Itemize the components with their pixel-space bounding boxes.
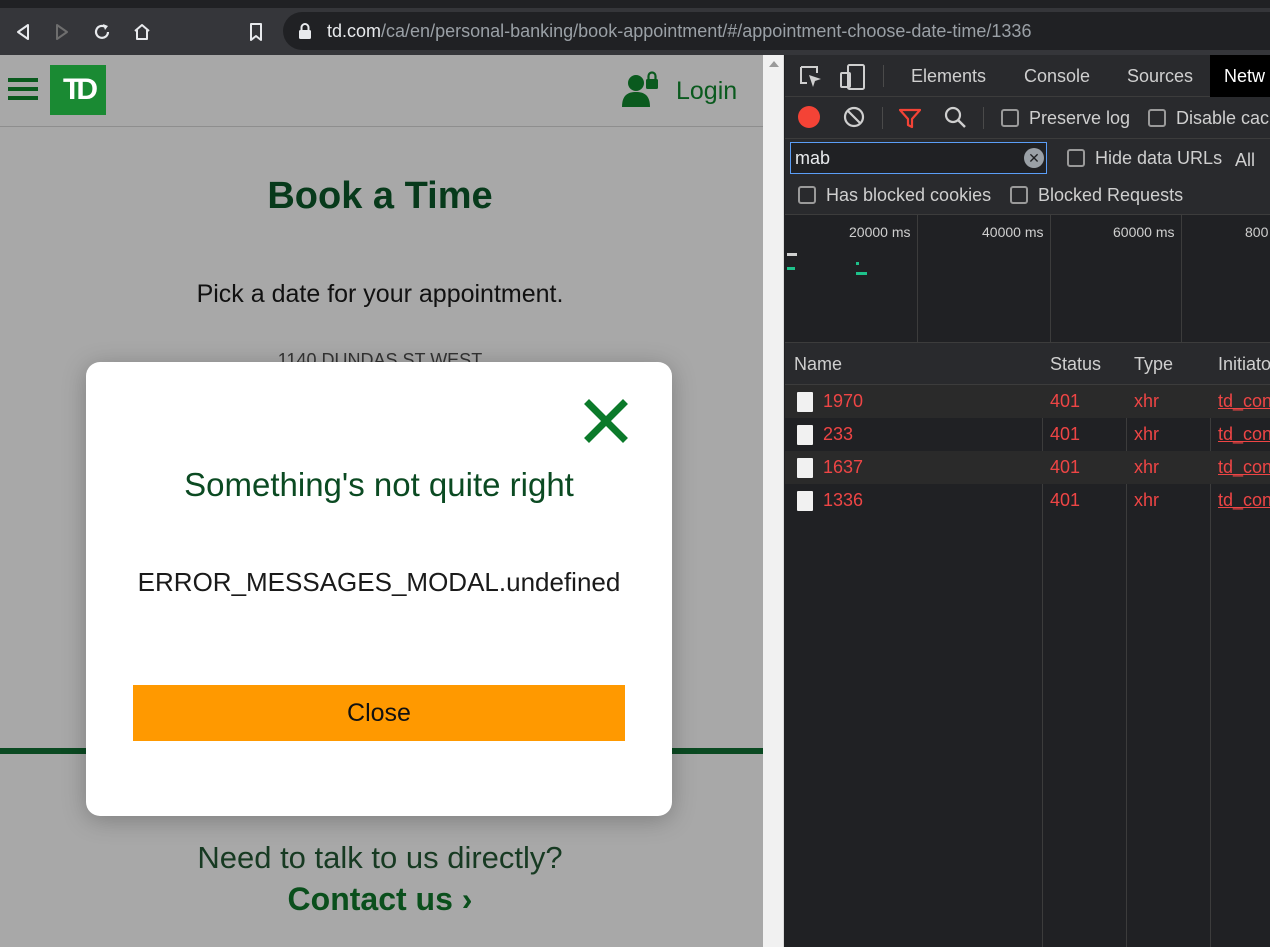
timeline-label: 60000 ms <box>1113 224 1175 240</box>
close-button[interactable]: Close <box>133 685 625 741</box>
preserve-log-checkbox[interactable] <box>1001 109 1019 127</box>
timeline-label: 20000 ms <box>849 224 911 240</box>
search-icon[interactable] <box>944 106 966 133</box>
toolbar-separator <box>983 107 984 129</box>
toolbar-separator <box>883 65 884 87</box>
toolbar-separator <box>882 107 883 129</box>
lock-icon <box>298 23 312 45</box>
filter-input[interactable] <box>790 142 1047 174</box>
timeline-gridline <box>1050 215 1051 343</box>
table-row[interactable]: 233 401 xhr td_con <box>785 418 1270 451</box>
request-type: xhr <box>1134 457 1160 477</box>
modal-message: ERROR_MESSAGES_MODAL.undefined <box>137 567 621 597</box>
modal-title: Something's not quite right <box>184 466 574 503</box>
td-logo[interactable]: TD <box>50 65 106 115</box>
file-icon <box>797 491 813 511</box>
disable-cache-label: Disable cac <box>1176 108 1270 128</box>
device-toggle-icon[interactable] <box>840 64 866 95</box>
timeline-bar <box>856 262 859 265</box>
hide-data-urls-checkbox[interactable] <box>1067 149 1085 167</box>
menu-icon[interactable] <box>8 78 38 102</box>
table-row[interactable]: 1336 401 xhr td_con <box>785 484 1270 517</box>
request-name: 1637 <box>823 457 864 477</box>
network-overview-timeline[interactable]: 20000 ms 40000 ms 60000 ms 800 <box>785 215 1270 343</box>
disable-cache-checkbox[interactable] <box>1148 109 1166 127</box>
filter-all-button[interactable]: All <box>1235 150 1255 171</box>
request-name: 233 <box>823 424 854 444</box>
bookmark-icon[interactable] <box>244 20 268 44</box>
request-status: 401 <box>1050 457 1081 477</box>
tab-elements[interactable]: Elements <box>911 66 986 87</box>
timeline-bar <box>787 267 795 270</box>
network-requests-table: Name Status Type Initiato 1970 401 xhr t… <box>785 343 1270 947</box>
request-initiator[interactable]: td_con <box>1218 391 1270 412</box>
file-icon <box>797 392 813 412</box>
request-status: 401 <box>1050 391 1081 411</box>
column-header-type[interactable]: Type <box>1134 354 1173 375</box>
clear-icon[interactable] <box>843 106 865 133</box>
tab-sources[interactable]: Sources <box>1127 66 1193 87</box>
column-header-name[interactable]: Name <box>794 354 842 375</box>
blocked-requests-checkbox[interactable] <box>1010 186 1028 204</box>
request-initiator[interactable]: td_con <box>1218 457 1270 478</box>
tab-console[interactable]: Console <box>1024 66 1090 87</box>
timeline-label: 40000 ms <box>982 224 1044 240</box>
contact-us-link[interactable]: Contact us › <box>0 881 760 918</box>
reload-icon[interactable] <box>90 20 114 44</box>
request-type: xhr <box>1134 391 1160 411</box>
timeline-gridline <box>917 215 918 343</box>
back-icon[interactable] <box>11 20 35 44</box>
page-scrollbar[interactable] <box>763 55 784 947</box>
record-icon[interactable] <box>798 106 820 128</box>
table-header: Name Status Type Initiato <box>785 343 1270 385</box>
file-icon <box>797 425 813 445</box>
request-initiator[interactable]: td_con <box>1218 424 1270 445</box>
has-blocked-cookies-checkbox[interactable] <box>798 186 816 204</box>
address-bar[interactable]: td.com/ca/en/personal-banking/book-appoi… <box>283 12 1270 50</box>
error-modal: Something's not quite right ERROR_MESSAG… <box>86 362 672 816</box>
close-icon[interactable] <box>583 398 629 444</box>
preserve-log-label: Preserve log <box>1029 108 1131 128</box>
request-type: xhr <box>1134 424 1160 444</box>
login-label: Login <box>676 77 738 105</box>
page-subtitle: Pick a date for your appointment. <box>196 280 564 308</box>
clear-filter-icon[interactable]: ✕ <box>1024 148 1044 168</box>
table-row[interactable]: 1970 401 xhr td_con <box>785 385 1270 418</box>
timeline-bar <box>856 272 867 275</box>
home-icon[interactable] <box>130 20 154 44</box>
talk-to-us-text: Need to talk to us directly? <box>197 840 563 875</box>
network-toolbar: Preserve log Disable cac <box>785 97 1270 139</box>
request-type: xhr <box>1134 490 1160 510</box>
column-header-initiator[interactable]: Initiato <box>1218 354 1270 375</box>
request-name: 1970 <box>823 391 864 411</box>
tab-network[interactable]: Netw <box>1210 55 1270 97</box>
timeline-label: 800 <box>1245 224 1269 240</box>
request-status: 401 <box>1050 490 1081 510</box>
scroll-up-icon[interactable] <box>769 61 779 67</box>
page-title: Book a Time <box>267 175 493 217</box>
login-button[interactable]: Login <box>622 71 737 112</box>
forward-icon[interactable] <box>50 20 74 44</box>
timeline-bar <box>787 253 797 256</box>
user-lock-icon <box>622 71 660 112</box>
filter-bar: ✕ Hide data URLs All Has blocked cookies… <box>785 139 1270 215</box>
has-blocked-cookies-label: Has blocked cookies <box>826 185 992 205</box>
devtools-panel: Elements Console Sources Netw Preserve l… <box>785 55 1270 947</box>
hide-data-urls-label: Hide data URLs <box>1095 148 1223 168</box>
blocked-requests-label: Blocked Requests <box>1038 185 1184 205</box>
url-text: td.com/ca/en/personal-banking/book-appoi… <box>327 21 1032 41</box>
site-header: TD Login <box>0 55 763 127</box>
devtools-tabbar: Elements Console Sources Netw <box>785 55 1270 97</box>
table-row[interactable]: 1637 401 xhr td_con <box>785 451 1270 484</box>
request-name: 1336 <box>823 490 864 510</box>
request-status: 401 <box>1050 424 1081 444</box>
file-icon <box>797 458 813 478</box>
column-header-status[interactable]: Status <box>1050 354 1101 375</box>
browser-toolbar: td.com/ca/en/personal-banking/book-appoi… <box>0 0 1270 55</box>
inspect-icon[interactable] <box>799 65 823 94</box>
timeline-gridline <box>1181 215 1182 343</box>
request-initiator[interactable]: td_con <box>1218 490 1270 511</box>
filter-icon[interactable] <box>898 107 922 134</box>
